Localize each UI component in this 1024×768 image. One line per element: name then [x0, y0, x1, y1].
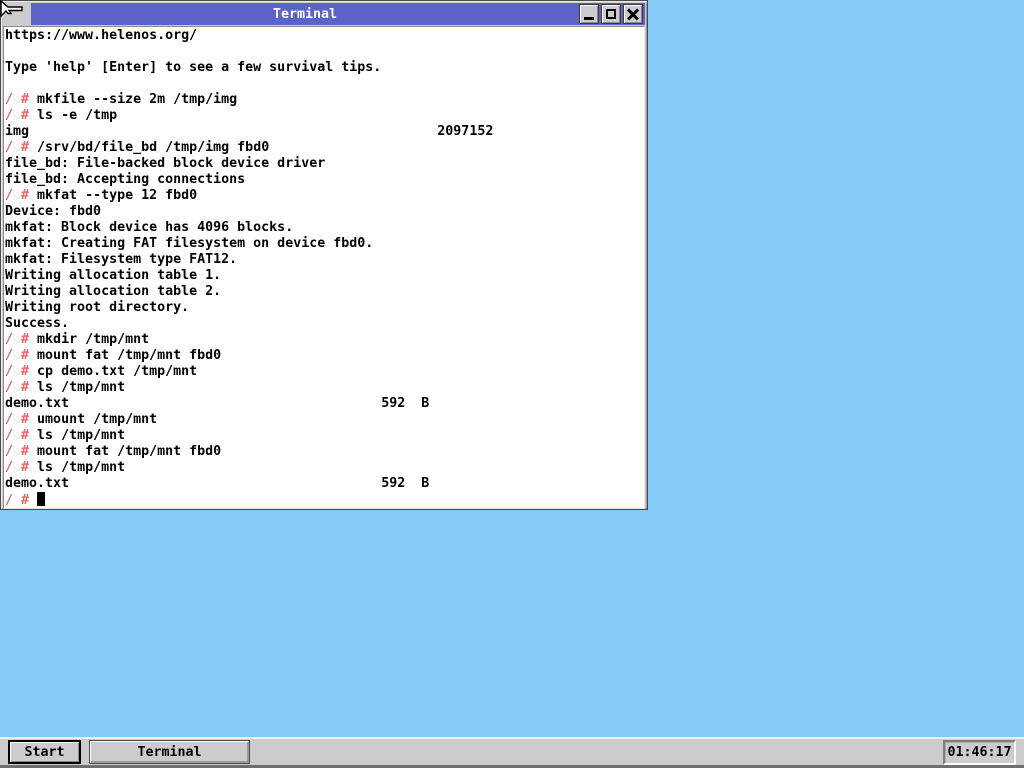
taskbar-clock: 01:46:17	[943, 739, 1016, 765]
terminal-line: / # ls /tmp/mnt	[5, 428, 644, 444]
terminal-line: demo.txt 592 B	[5, 396, 644, 412]
text-cursor	[37, 492, 46, 506]
terminal-text: Writing root directory.	[5, 300, 190, 315]
window-title: Terminal	[272, 6, 338, 22]
terminal-line: Type 'help' [Enter] to see a few surviva…	[5, 60, 644, 76]
terminal-line: demo.txt 592 B	[5, 476, 644, 492]
shell-prompt: / #	[5, 460, 30, 475]
shell-prompt: / #	[5, 493, 30, 508]
terminal-window: Terminal https://www.helenos.org/Type 'h…	[0, 0, 648, 510]
terminal-text: ls /tmp/mnt	[37, 460, 126, 475]
terminal-line: Writing root directory.	[5, 300, 644, 316]
terminal-text: demo.txt 592 B	[5, 396, 430, 411]
terminal-text: mount fat /tmp/mnt fbd0	[37, 444, 222, 459]
terminal-line: mkfat: Filesystem type FAT12.	[5, 252, 644, 268]
shell-prompt: / #	[5, 348, 30, 363]
terminal-line: Writing allocation table 2.	[5, 284, 644, 300]
terminal-text: demo.txt 592 B	[5, 476, 430, 491]
terminal-line: / # ls /tmp/mnt	[5, 380, 644, 396]
shell-prompt: / #	[5, 92, 30, 107]
terminal-text: mkfat: Filesystem type FAT12.	[5, 252, 238, 267]
terminal-line: / # mkfat --type 12 fbd0	[5, 188, 644, 204]
terminal-text: Writing allocation table 1.	[5, 268, 222, 283]
terminal-text: mount fat /tmp/mnt fbd0	[37, 348, 222, 363]
terminal-text: ls /tmp/mnt	[37, 428, 126, 443]
shell-prompt: / #	[5, 140, 30, 155]
shell-prompt: / #	[5, 108, 30, 123]
terminal-text: /srv/bd/file_bd /tmp/img fbd0	[37, 140, 270, 155]
shell-prompt: / #	[5, 364, 30, 379]
terminal-text: mkfat: Block device has 4096 blocks.	[5, 220, 294, 235]
terminal-line: Device: fbd0	[5, 204, 644, 220]
close-button[interactable]	[623, 4, 643, 24]
terminal-text: Success.	[5, 316, 70, 331]
terminal-output[interactable]: https://www.helenos.org/Type 'help' [Ent…	[3, 26, 645, 509]
maximize-button[interactable]	[601, 4, 621, 24]
terminal-line: / # ls -e /tmp	[5, 108, 644, 124]
shell-prompt: / #	[5, 444, 30, 459]
terminal-text: mkfat --type 12 fbd0	[37, 188, 198, 203]
terminal-text: Writing allocation table 2.	[5, 284, 222, 299]
window-controls	[579, 4, 643, 24]
terminal-line: img 2097152	[5, 124, 644, 140]
terminal-line: Writing allocation table 1.	[5, 268, 644, 284]
maximize-icon	[606, 9, 616, 19]
terminal-text: umount /tmp/mnt	[37, 412, 158, 427]
terminal-line: file_bd: File-backed block device driver	[5, 156, 644, 172]
shell-prompt: / #	[5, 380, 30, 395]
minimize-icon	[584, 17, 594, 20]
terminal-line: mkfat: Block device has 4096 blocks.	[5, 220, 644, 236]
terminal-text: ls -e /tmp	[37, 108, 118, 123]
shell-prompt: / #	[5, 428, 30, 443]
terminal-line: Success.	[5, 316, 644, 332]
terminal-line: / # mount fat /tmp/mnt fbd0	[5, 444, 644, 460]
shell-prompt: / #	[5, 412, 30, 427]
terminal-text: img 2097152	[5, 124, 494, 139]
terminal-text: https://www.helenos.org/	[5, 28, 198, 43]
start-button[interactable]: Start	[8, 740, 81, 764]
terminal-text: ls /tmp/mnt	[37, 380, 126, 395]
terminal-text: mkdir /tmp/mnt	[37, 332, 150, 347]
taskbar-tasks: Terminal	[89, 740, 943, 764]
close-icon	[627, 8, 639, 20]
terminal-line: mkfat: Creating FAT filesystem on device…	[5, 236, 644, 252]
terminal-line: / # mount fat /tmp/mnt fbd0	[5, 348, 644, 364]
window-titlebar[interactable]: Terminal	[3, 3, 645, 25]
terminal-text: mkfat: Creating FAT filesystem on device…	[5, 236, 374, 251]
terminal-line: / # ls /tmp/mnt	[5, 460, 644, 476]
taskbar: Start Terminal 01:46:17	[0, 737, 1024, 768]
terminal-line: https://www.helenos.org/	[5, 28, 644, 44]
terminal-text: mkfile --size 2m /tmp/img	[37, 92, 238, 107]
window-sysmenu-button[interactable]	[3, 3, 31, 25]
shell-prompt: / #	[5, 332, 30, 347]
terminal-text: file_bd: File-backed block device driver	[5, 156, 326, 171]
terminal-line: / # cp demo.txt /tmp/mnt	[5, 364, 644, 380]
terminal-line: / #	[5, 492, 644, 508]
minimize-button[interactable]	[579, 4, 599, 24]
terminal-line: / # mkfile --size 2m /tmp/img	[5, 92, 644, 108]
terminal-line: / # umount /tmp/mnt	[5, 412, 644, 428]
terminal-text: Type 'help' [Enter] to see a few surviva…	[5, 60, 382, 75]
taskbar-task-terminal[interactable]: Terminal	[89, 740, 250, 764]
terminal-text: Device: fbd0	[5, 204, 102, 219]
terminal-text: cp demo.txt /tmp/mnt	[37, 364, 198, 379]
terminal-line: file_bd: Accepting connections	[5, 172, 644, 188]
shell-prompt: / #	[5, 188, 30, 203]
terminal-line: / # /srv/bd/file_bd /tmp/img fbd0	[5, 140, 644, 156]
terminal-text: file_bd: Accepting connections	[5, 172, 246, 187]
terminal-line: / # mkdir /tmp/mnt	[5, 332, 644, 348]
